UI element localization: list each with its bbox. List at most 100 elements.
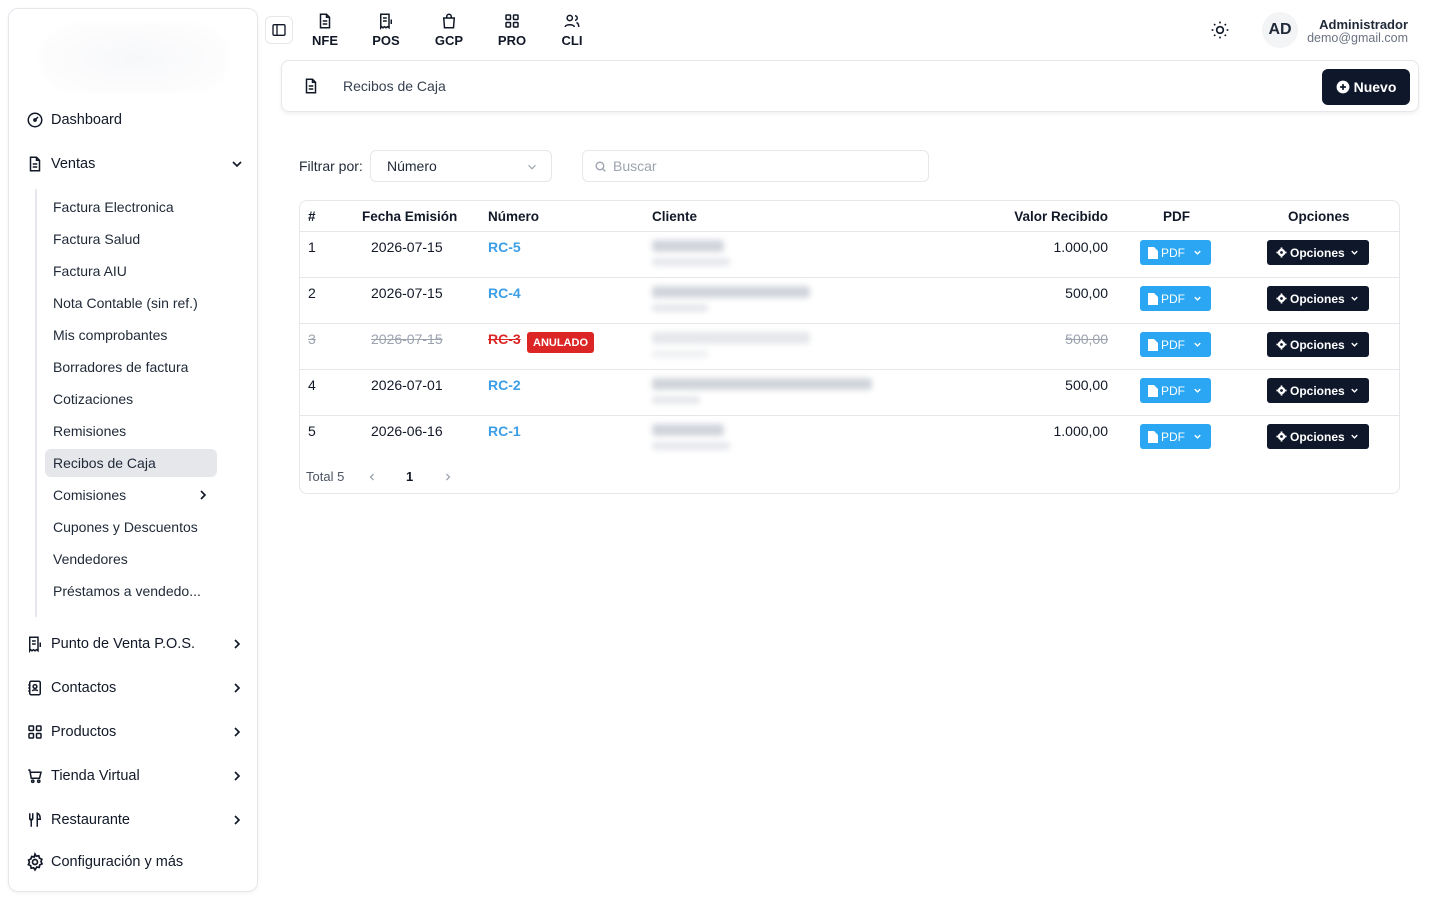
options-button[interactable]: Opciones	[1267, 424, 1369, 449]
grid-icon	[503, 12, 521, 30]
pdf-button[interactable]: PDF	[1140, 424, 1211, 449]
row-number: 3	[308, 331, 316, 347]
module-nfe[interactable]: NFE	[303, 12, 347, 50]
pos-receipt-icon	[377, 12, 395, 30]
module-pos[interactable]: POS	[364, 12, 408, 50]
prev-page-icon[interactable]	[366, 471, 378, 483]
sidebar-item-cotizaciones[interactable]: Cotizaciones	[45, 385, 217, 413]
company-logo	[39, 23, 229, 93]
nav-item-label: Dashboard	[51, 112, 122, 128]
options-button-label: Opciones	[1290, 245, 1345, 260]
sidebar-item-recibos-de-caja[interactable]: Recibos de Caja	[45, 449, 217, 477]
row-number: 2	[308, 285, 316, 301]
user-email: demo@gmail.com	[1307, 31, 1408, 45]
receipt-link[interactable]: RC-3	[488, 331, 521, 347]
new-button-label: Nuevo	[1353, 79, 1397, 95]
pdf-button-label: PDF	[1161, 245, 1185, 260]
sidebar-item-remisiones[interactable]: Remisiones	[45, 417, 217, 445]
chevron-down-icon	[1349, 293, 1360, 304]
nav-item-tienda-virtual[interactable]: Tienda Virtual	[25, 761, 251, 791]
gear-icon	[1276, 431, 1287, 442]
new-button[interactable]: Nuevo	[1322, 69, 1410, 105]
chevron-right-icon	[229, 812, 245, 828]
row-value: 1.000,00	[1053, 239, 1109, 255]
module-label: NFE	[312, 33, 338, 48]
nav-item-dashboard[interactable]: Dashboard	[25, 105, 251, 135]
pdf-button[interactable]: PDF	[1140, 378, 1211, 403]
pdf-button[interactable]: PDF	[1140, 286, 1211, 311]
module-pro[interactable]: PRO	[490, 12, 534, 50]
sidebar-item-comisiones[interactable]: Comisiones	[45, 481, 217, 509]
filter-select[interactable]: Número	[370, 150, 552, 182]
nav-item-pos[interactable]: Punto de Venta P.O.S.	[25, 629, 251, 659]
row-date: 2026-07-01	[371, 377, 443, 393]
sidebar-item-factura-electronica[interactable]: Factura Electronica	[45, 193, 217, 221]
nav-item-label: Tienda Virtual	[51, 768, 140, 784]
chevron-right-icon	[229, 724, 245, 740]
chevron-right-icon	[229, 768, 245, 784]
nav-item-label: Restaurante	[51, 812, 130, 828]
shopping-bag-icon	[440, 12, 458, 30]
pdf-button-label: PDF	[1161, 337, 1185, 352]
options-button[interactable]: Opciones	[1267, 286, 1369, 311]
nav-item-label: Configuración y más	[51, 854, 184, 870]
column-header-client: Cliente	[652, 209, 698, 224]
nav-item-ventas[interactable]: Ventas	[25, 149, 251, 179]
table-row: 1 2026-07-15 RC-5 1.000,00 PDF Opciones	[300, 231, 1399, 277]
search-input[interactable]: Buscar	[582, 150, 929, 182]
client-name-redacted	[652, 378, 872, 404]
module-gcp[interactable]: GCP	[427, 12, 471, 50]
options-button[interactable]: Opciones	[1267, 240, 1369, 265]
table-row: 3 2026-07-15 RC-3 ANULADO 500,00 PDF Opc…	[300, 323, 1399, 369]
nav-item-label: Productos	[51, 724, 117, 740]
column-header-date: Fecha Emisión	[362, 209, 458, 224]
client-name-redacted	[652, 240, 730, 266]
receipt-link[interactable]: RC-5	[488, 239, 521, 255]
search-icon	[594, 160, 607, 173]
page-header: Recibos de Caja Nuevo	[281, 60, 1419, 112]
sidebar-item-prestamos[interactable]: Préstamos a vendedo...	[45, 577, 217, 605]
nav-item-productos[interactable]: Productos	[25, 717, 251, 747]
avatar[interactable]: AD	[1262, 12, 1298, 48]
receipts-table: # Fecha Emisión Número Cliente Valor Rec…	[299, 200, 1400, 494]
client-name-redacted	[652, 332, 810, 358]
nav-item-configuracion[interactable]: Configuración y más	[25, 847, 251, 877]
module-cli[interactable]: CLI	[550, 12, 594, 50]
chevron-down-icon	[1349, 339, 1360, 350]
chevron-down-icon	[1349, 431, 1360, 442]
chevron-right-icon	[229, 680, 245, 696]
receipt-link[interactable]: RC-1	[488, 423, 521, 439]
sidebar-item-borradores[interactable]: Borradores de factura	[45, 353, 217, 381]
nav-item-restaurante[interactable]: Restaurante	[25, 805, 251, 835]
panel-left-icon	[271, 22, 287, 38]
chevron-down-icon	[1192, 385, 1203, 396]
page-number-current[interactable]: 1	[406, 469, 413, 484]
table-row: 2 2026-07-15 RC-4 500,00 PDF Opciones	[300, 277, 1399, 323]
theme-toggle-button[interactable]	[1208, 18, 1232, 42]
pdf-button[interactable]: PDF	[1140, 240, 1211, 265]
pdf-button-label: PDF	[1161, 429, 1185, 444]
nav-item-contactos[interactable]: Contactos	[25, 673, 251, 703]
sidebar-item-mis-comprobantes[interactable]: Mis comprobantes	[45, 321, 217, 349]
row-number: 5	[308, 423, 316, 439]
options-button-label: Opciones	[1290, 291, 1345, 306]
sidebar-toggle-button[interactable]	[265, 16, 293, 44]
sidebar: Dashboard Ventas Factura Electronica Fac…	[8, 8, 258, 892]
receipt-link[interactable]: RC-2	[488, 377, 521, 393]
sidebar-item-factura-aiu[interactable]: Factura AIU	[45, 257, 217, 285]
options-button[interactable]: Opciones	[1267, 378, 1369, 403]
module-label: GCP	[434, 33, 464, 48]
pdf-button[interactable]: PDF	[1140, 332, 1211, 357]
sidebar-item-cupones[interactable]: Cupones y Descuentos	[45, 513, 217, 541]
options-button[interactable]: Opciones	[1267, 332, 1369, 357]
receipt-link[interactable]: RC-4	[488, 285, 521, 301]
sidebar-item-factura-salud[interactable]: Factura Salud	[45, 225, 217, 253]
sidebar-item-nota-contable[interactable]: Nota Contable (sin ref.)	[45, 289, 217, 317]
module-label: CLI	[561, 33, 583, 48]
next-page-icon[interactable]	[442, 471, 454, 483]
nav-item-label: Contactos	[51, 680, 117, 696]
gear-icon	[1276, 385, 1287, 396]
row-date: 2026-07-15	[371, 285, 443, 301]
sidebar-item-vendedores[interactable]: Vendedores	[45, 545, 217, 573]
row-number: 1	[308, 239, 316, 255]
